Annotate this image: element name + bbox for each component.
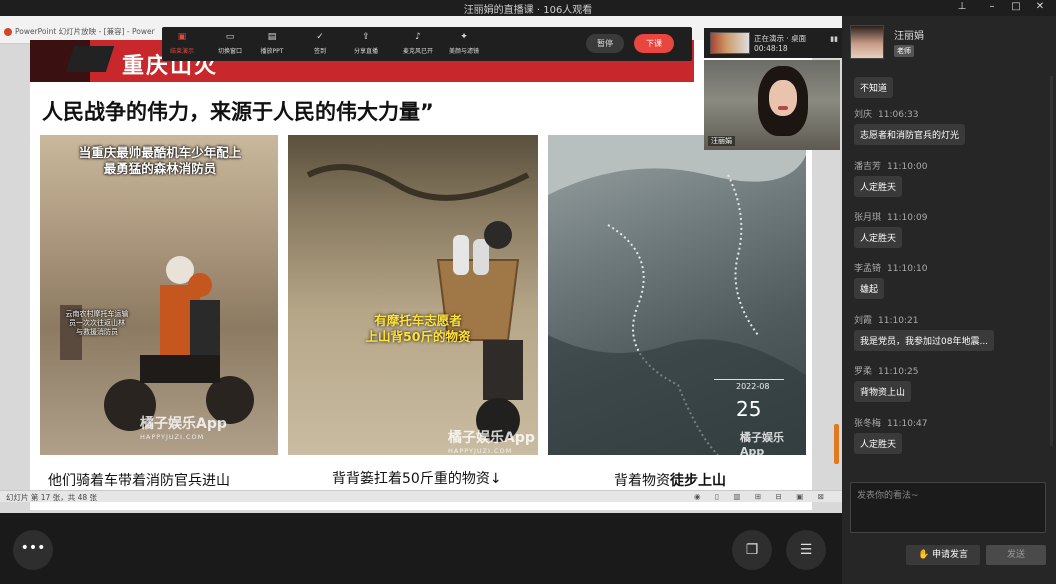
photo3-date: 2022-08 — [736, 382, 770, 391]
powerpoint-title: PowerPoint 幻灯片放映 - [兼容] - Power — [15, 27, 155, 36]
chat-message: 张月琪 11:10:09 人定胜天 — [854, 210, 927, 248]
photo-firefighters-motorcycle: 当重庆最帅最酷机车少年配上 最勇猛的森林消防员 云南农村摩托车运输 员一次次往返… — [40, 135, 278, 455]
motorcycle-illustration — [60, 256, 254, 431]
maximize-icon[interactable]: □ — [1008, 1, 1024, 12]
watermark: 橘子娱乐AppHAPPYJUZI.COM — [140, 416, 227, 441]
slide-counter: 幻灯片 第 17 张，共 48 张 — [6, 493, 98, 502]
chat-message: 罗柔 11:10:25 背物资上山 — [854, 364, 918, 402]
chat-message: 刘霞 11:10:21 我是党员，我参加过08年地震... — [854, 313, 995, 351]
raise-hand-icon: ✋ — [917, 550, 933, 560]
slide-heading: 人民战争的伟力，来源于人民的伟大力量” — [42, 100, 434, 124]
chat-input-box[interactable] — [850, 482, 1046, 533]
caption-photo1: 他们骑着车带着消防官兵进山 — [48, 473, 230, 489]
more-icon: ••• — [20, 540, 46, 556]
chat-message: 张冬梅 11:10:47 人定胜天 — [854, 416, 927, 454]
chat-scrollbar[interactable] — [1050, 76, 1053, 446]
window-title: 汪丽娟的直播课 · 106人观看 — [463, 5, 593, 16]
title-bar: 汪丽娟的直播课 · 106人观看 ⊥ – □ ✕ — [0, 0, 1056, 16]
close-icon[interactable]: ✕ — [1032, 1, 1048, 12]
pin-icon[interactable]: ⊥ — [954, 1, 970, 12]
ppt-icon: ▤ — [267, 32, 277, 42]
screen-share-button[interactable]: ❐ — [732, 530, 772, 570]
chat-message: 不知道 — [854, 76, 894, 98]
more-button[interactable]: ••• — [13, 530, 53, 570]
teacher-camera[interactable]: 汪丽娟 — [704, 60, 840, 150]
photo-volunteer-basket: 有摩托车志愿者 上山背50斤的物资 橘子娱乐App HAPPYJUZI.COM — [288, 135, 538, 455]
check-in-button[interactable]: ✓ 签到 — [300, 32, 340, 55]
photo2-caption: 有摩托车志愿者 上山背50斤的物资 — [365, 313, 471, 344]
slide: 重庆山火 人民战争的伟力，来源于人民的伟大力量” 当重庆最帅最酷机车少年配上 最… — [30, 40, 812, 510]
caption-photo2: 背背篓扛着50斤重的物资↓ — [332, 471, 502, 487]
avatar — [850, 25, 884, 59]
presenting-label: 正在演示 · 桌面 — [754, 34, 807, 43]
chat-input[interactable] — [851, 483, 1045, 532]
signal-icon: ▮▮ — [830, 35, 838, 43]
window-icon: ▭ — [225, 32, 235, 42]
powerpoint-statusbar: 幻灯片 第 17 张，共 48 张 ◉ ▯ ▥ ⊞ ⊟ ▣ ⊠ — [0, 490, 842, 502]
camera-name-label: 汪丽娟 — [708, 136, 735, 146]
host-name: 汪丽娟 — [894, 31, 924, 42]
photo1-caption-top: 当重庆最帅最酷机车少年配上 最勇猛的森林消防员 — [78, 145, 242, 176]
teacher-face — [758, 66, 808, 136]
end-presentation-button[interactable]: ▣ 结束演示 — [162, 32, 202, 55]
microphone-icon: ♪ — [415, 32, 421, 42]
check-in-icon: ✓ — [316, 32, 324, 42]
desktop-thumbnail[interactable] — [710, 32, 750, 54]
mountain-trail-illustration — [548, 135, 806, 455]
view-mode-icons[interactable]: ◉ ▯ ▥ ⊞ ⊟ ▣ ⊠ — [694, 492, 830, 501]
presenting-timer: 00:48:18 — [754, 44, 788, 53]
watermark: 橘子娱乐AppHAPPYJUZI.COM — [448, 430, 535, 455]
chat-panel: 汪丽娟 老师 不知道 刘庆 11:06:33 志愿者和消防官兵的灯光 潘吉芳 11:… — [842, 16, 1056, 584]
minimize-icon[interactable]: – — [984, 1, 1000, 12]
share-icon: ⇪ — [362, 32, 370, 42]
volunteer-illustration — [306, 164, 530, 442]
photo1-small-caption: 云南农村摩托车运输 员一次次往返山林 与救援消防员 — [65, 310, 129, 336]
chat-message: 刘庆 11:06:33 志愿者和消防官兵的灯光 — [854, 107, 966, 145]
photo-mountain-trail: 2022-08 25 橘子娱乐AppHAPPYJUZI.COM — [548, 135, 806, 455]
watermark: 橘子娱乐AppHAPPYJUZI.COM — [740, 431, 784, 455]
presenter-toolbar: ▣ 结束演示 ▭ 切换窗口 ▤ 播放PPT ✓ 签到 ⇪ 分享直播 ♪ 麦克风已… — [162, 27, 692, 61]
photo3-day: 25 — [736, 397, 762, 421]
end-class-button[interactable]: 下课 — [634, 34, 674, 53]
stop-share-icon: ▣ — [177, 32, 187, 42]
chat-message: 潘吉芳 11:10:00 人定胜天 — [854, 159, 927, 197]
send-button[interactable]: 发送 — [986, 545, 1046, 565]
graduation-cap-icon — [65, 46, 115, 72]
list-settings-icon: ☰ — [799, 542, 813, 558]
list-settings-button[interactable]: ☰ — [786, 530, 826, 570]
share-live-button[interactable]: ⇪ 分享直播 — [346, 32, 386, 55]
live-class-window: 汪丽娟的直播课 · 106人观看 ⊥ – □ ✕ PowerPoint 幻灯片放… — [0, 0, 1056, 584]
switch-window-button[interactable]: ▭ 切换窗口 — [210, 32, 250, 55]
microphone-button[interactable]: ♪ 麦克风已开 — [398, 32, 438, 55]
teacher-badge: 老师 — [894, 45, 914, 57]
beauty-filter-button[interactable]: ✦ 美颜与滤镜 — [444, 32, 484, 55]
presenting-status: 正在演示 · 桌面 00:48:18 ▮▮ — [704, 28, 842, 58]
caption-photo3: 背着物资徒步上山 — [614, 473, 726, 489]
scroll-indicator[interactable] — [834, 424, 839, 464]
raise-hand-button[interactable]: ✋ 申请发言 — [906, 545, 980, 565]
pause-button[interactable]: 暂停 — [586, 34, 624, 53]
play-ppt-button[interactable]: ▤ 播放PPT — [252, 32, 292, 55]
screen-share-icon: ❐ — [745, 542, 759, 558]
sparkle-icon: ✦ — [460, 32, 468, 42]
powerpoint-icon — [4, 28, 12, 36]
chat-message: 李孟锜 11:10:10 雄起 — [854, 261, 927, 299]
